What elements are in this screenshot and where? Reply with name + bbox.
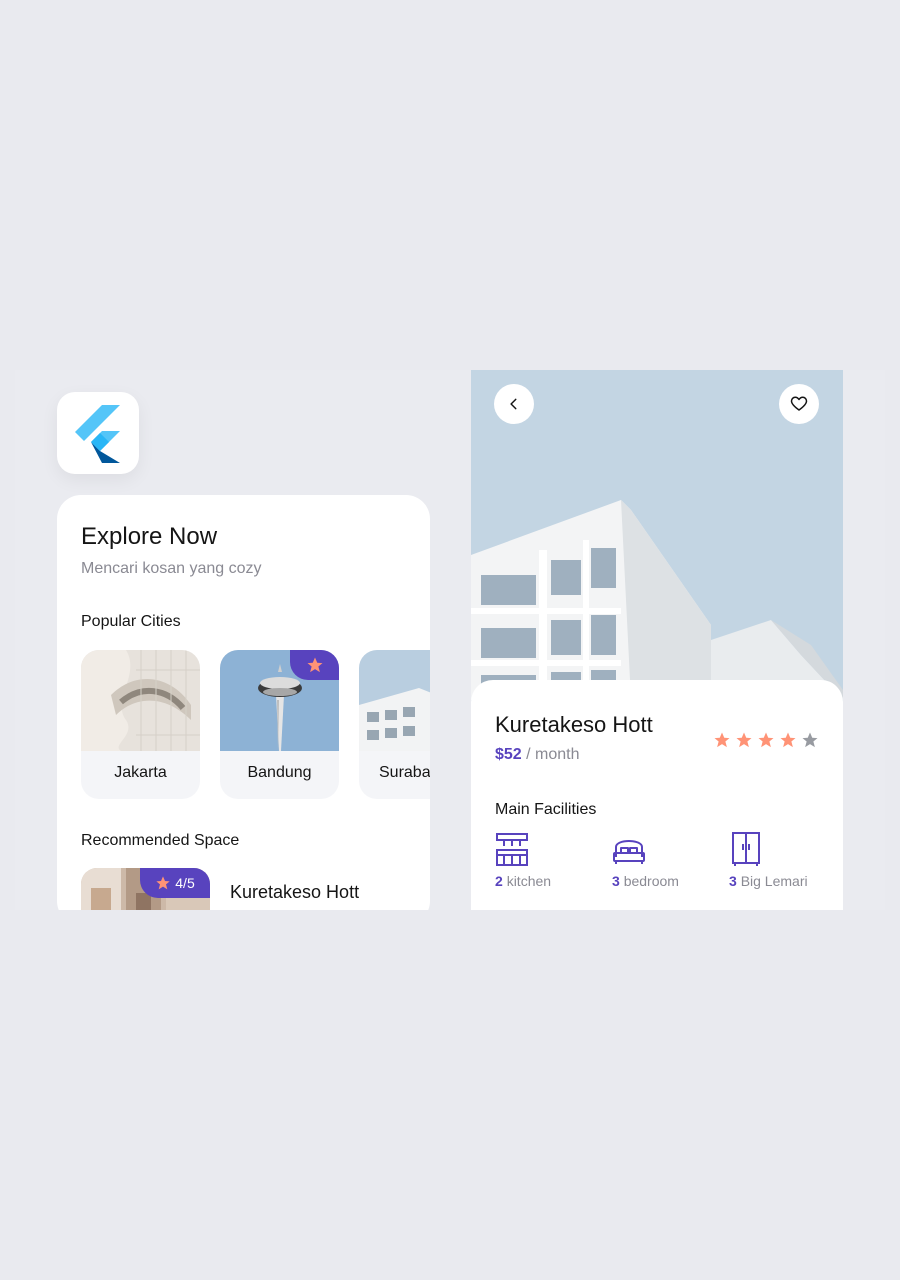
popular-cities-list[interactable]: Jakarta Bandung Suraba bbox=[81, 650, 430, 799]
facility-wardrobe: 3 Big Lemari bbox=[729, 831, 839, 889]
recommended-space-title: Recommended Space bbox=[81, 832, 240, 849]
star-icon bbox=[156, 876, 170, 890]
star-icon bbox=[714, 732, 730, 748]
city-name: Bandung bbox=[247, 764, 312, 781]
bed-icon bbox=[613, 840, 645, 864]
wardrobe-icon bbox=[732, 832, 760, 866]
city-card-jakarta[interactable]: Jakarta bbox=[81, 650, 200, 799]
heart-icon bbox=[790, 396, 808, 411]
facility-label: kitchen bbox=[506, 873, 552, 889]
flutter-logo-icon bbox=[57, 392, 139, 474]
facility-count: 3 bbox=[729, 873, 737, 889]
price-amount: $52 bbox=[495, 746, 522, 763]
app-showcase: Explore Now Mencari kosan yang cozy Popu… bbox=[15, 370, 885, 910]
page-title: Explore Now bbox=[81, 523, 218, 550]
detail-screen: Kuretakeso Hott $52 / month Main Facilit… bbox=[471, 370, 843, 910]
star-icon bbox=[780, 732, 796, 748]
favorite-badge bbox=[290, 650, 339, 680]
main-facilities-title: Main Facilities bbox=[495, 801, 597, 818]
back-button[interactable] bbox=[494, 384, 534, 424]
city-name: Surabaya bbox=[379, 764, 430, 781]
hotel-name: Kuretakeso Hott bbox=[495, 712, 653, 737]
star-icon bbox=[307, 657, 322, 673]
facility-bedroom: 3 bedroom bbox=[612, 831, 722, 889]
city-image bbox=[359, 650, 430, 751]
popular-cities-title: Popular Cities bbox=[81, 613, 181, 630]
facility-count: 3 bbox=[612, 873, 620, 889]
explore-screen: Explore Now Mencari kosan yang cozy Popu… bbox=[57, 495, 430, 910]
star-icon bbox=[758, 732, 774, 748]
chevron-left-icon bbox=[510, 398, 517, 410]
city-name: Jakarta bbox=[114, 764, 167, 781]
rating-stars bbox=[713, 731, 819, 749]
facility-label: Big Lemari bbox=[740, 873, 808, 889]
facility-count: 2 bbox=[495, 873, 503, 889]
rating-text: 4/5 bbox=[175, 875, 195, 891]
city-card-surabaya[interactable]: Surabaya bbox=[359, 650, 430, 799]
favorite-button[interactable] bbox=[779, 384, 819, 424]
city-card-bandung[interactable]: Bandung bbox=[220, 650, 339, 799]
star-icon bbox=[736, 732, 752, 748]
price-unit: / month bbox=[526, 746, 580, 763]
page-subtitle: Mencari kosan yang cozy bbox=[81, 560, 262, 577]
detail-sheet: Kuretakeso Hott $52 / month Main Facilit… bbox=[471, 680, 843, 910]
space-name: Kuretakeso Hott bbox=[230, 882, 360, 902]
facility-label: bedroom bbox=[623, 873, 679, 889]
facility-kitchen: 2 kitchen bbox=[495, 831, 605, 889]
recommended-space-card[interactable]: 4/5 bbox=[81, 868, 210, 910]
city-image bbox=[81, 650, 200, 751]
kitchen-icon bbox=[496, 833, 528, 866]
price: $52 / month bbox=[495, 746, 580, 764]
star-icon bbox=[802, 732, 818, 748]
rating-badge: 4/5 bbox=[140, 868, 210, 898]
